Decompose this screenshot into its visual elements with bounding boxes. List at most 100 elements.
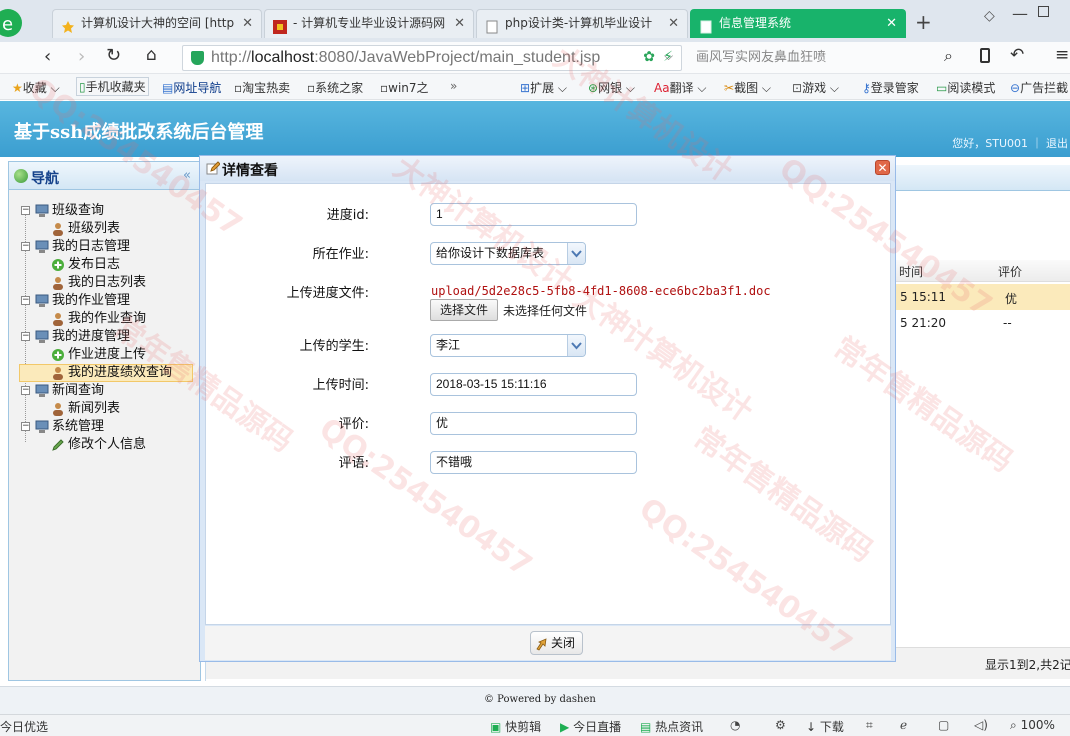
maximize-icon[interactable] <box>1038 6 1049 17</box>
nav-item-progress-query-selected[interactable]: 我的进度绩效查询 <box>19 364 193 382</box>
collapse-toggle-icon[interactable]: − <box>21 386 30 395</box>
grid-icon: ⊞ <box>520 81 531 95</box>
row-rating: -- <box>1003 316 1012 330</box>
status-kuaijianji[interactable]: ▣ 快剪辑 <box>490 718 541 735</box>
progress-id-field[interactable]: 1 <box>430 203 637 226</box>
upload-time-field[interactable]: 2018-03-15 15:11:16 <box>430 373 637 396</box>
nav-group-log[interactable]: − 我的日志管理 <box>21 238 191 256</box>
nav-item-progress-upload[interactable]: 作业进度上传 <box>51 346 191 364</box>
bookmark-syszj[interactable]: ▫系统之家 <box>307 79 363 96</box>
collapse-toggle-icon[interactable]: − <box>21 242 30 251</box>
bookmark-mobile[interactable]: ▯手机收藏夹 <box>76 77 149 96</box>
bookmark-taobao[interactable]: ▫淘宝热卖 <box>234 79 290 96</box>
home-icon[interactable]: ⌂ <box>146 45 157 65</box>
homework-value: 给你设计下数据库表 <box>436 246 545 260</box>
speed-icon[interactable]: ✿ <box>643 49 655 65</box>
status-download[interactable]: ↓ 下载 <box>806 718 844 735</box>
detail-dialog: 详情查看 ✕ 进度id: 1 所在作业: 给你设计下数据库表 上传进度文件: u… <box>199 155 896 662</box>
browser-logo[interactable]: e <box>0 8 26 38</box>
student-label: 上传的学生: <box>299 339 369 354</box>
window-icon[interactable]: ▢ <box>938 718 949 732</box>
bank-menu[interactable]: ⊛网银 ⌵ <box>588 79 635 96</box>
status-live[interactable]: ▶ 今日直播 <box>560 718 621 735</box>
new-tab-button[interactable]: + <box>915 10 932 34</box>
minimize-icon[interactable]: — <box>1012 4 1028 23</box>
bookmark-win7[interactable]: ▫win7之 <box>380 79 429 96</box>
games-menu[interactable]: ⊡游戏 ⌵ <box>792 79 839 96</box>
tab-close-icon[interactable]: ✕ <box>242 10 253 37</box>
collapse-icon[interactable]: « <box>183 168 191 183</box>
settings-icon[interactable]: ⚙ <box>775 718 786 732</box>
column-rating[interactable]: 评价 <box>998 263 1022 280</box>
add-icon <box>51 348 65 362</box>
tab-close-icon[interactable]: ✕ <box>886 10 897 37</box>
student-select[interactable]: 李江 <box>430 334 586 357</box>
tab-2[interactable]: - 计算机专业毕业设计源码网 ✕ <box>264 9 474 38</box>
search-icon[interactable]: ⌕ <box>944 46 953 66</box>
speed-icon[interactable]: ◔ <box>730 718 740 732</box>
nav-group-progress[interactable]: − 我的进度管理 <box>21 328 191 346</box>
nav-title: 导航 <box>31 171 59 187</box>
close-icon[interactable]: ✕ <box>875 160 890 175</box>
more-bookmarks-icon[interactable]: » <box>450 79 457 93</box>
collapse-toggle-icon[interactable]: − <box>21 296 30 305</box>
nav-item-publish-log[interactable]: 发布日志 <box>51 256 191 274</box>
globe-icon <box>14 169 28 183</box>
skin-icon[interactable]: ◇ <box>984 8 995 24</box>
translate-menu[interactable]: Aa翻译 ⌵ <box>654 79 707 96</box>
file-path-link[interactable]: upload/5d2e28c5-5fb8-4fd1-8608-ece6bc2ba… <box>431 284 771 298</box>
bookmark-favorites[interactable]: ★收藏 ⌵ <box>12 79 60 96</box>
choose-file-button[interactable]: 选择文件 <box>430 299 498 321</box>
tab-3[interactable]: php设计类-计算机毕业设计 ✕ <box>476 9 688 38</box>
status-today-pick[interactable]: 今日优选 <box>0 718 48 735</box>
tab-1[interactable]: 计算机设计大神的空间 [http: ✕ <box>52 9 262 38</box>
column-time[interactable]: 时间 <box>899 263 923 280</box>
nav-item-news-list[interactable]: 新闻列表 <box>51 400 191 418</box>
screenshot-menu[interactable]: ✂截图 ⌵ <box>724 79 771 96</box>
menu-icon[interactable]: ≡ <box>1055 45 1069 65</box>
homework-select[interactable]: 给你设计下数据库表 <box>430 242 586 265</box>
status-hot[interactable]: ▤ 热点资讯 <box>640 718 703 735</box>
bookmark-nav[interactable]: ▤网址导航 <box>162 79 221 96</box>
search-suggestion[interactable]: 画风写实网友鼻血狂喷 <box>688 46 943 70</box>
block-icon: ⊖ <box>1010 81 1021 95</box>
nav-group-homework[interactable]: − 我的作业管理 <box>21 292 191 310</box>
tab-close-icon[interactable]: ✕ <box>668 10 679 37</box>
upload-time-label: 上传时间: <box>312 378 369 393</box>
dialog-header[interactable]: 详情查看 ✕ <box>200 156 895 181</box>
nav-group-news[interactable]: − 新闻查询 <box>21 382 191 400</box>
extensions-menu[interactable]: ⊞扩展 ⌵ <box>520 79 567 96</box>
nav-group-system[interactable]: − 系统管理 <box>21 418 191 436</box>
url-field[interactable]: http://localhost:8080/JavaWebProject/mai… <box>182 45 682 71</box>
undo-icon[interactable]: ↶ <box>1010 45 1024 65</box>
phone-icon[interactable] <box>980 48 990 63</box>
capture-icon[interactable]: ⌗ <box>866 718 873 733</box>
collapse-toggle-icon[interactable]: − <box>21 206 30 215</box>
tab-close-icon[interactable]: ✕ <box>454 10 465 37</box>
status-zoom[interactable]: ⌕ 100% <box>1010 718 1055 733</box>
nav-group-class[interactable]: − 班级查询 <box>21 202 191 220</box>
back-icon[interactable]: ‹ <box>44 46 51 67</box>
reader-mode[interactable]: ▭阅读模式 <box>936 79 995 96</box>
login-manager[interactable]: ⚷登录管家 <box>862 79 919 96</box>
welcome-logout[interactable]: 您好，STU001 ｜ 退出 <box>952 135 1068 151</box>
nav-item-edit-profile[interactable]: 修改个人信息 <box>51 436 191 454</box>
comment-field[interactable]: 不错哦 <box>430 451 637 474</box>
rating-field[interactable]: 优 <box>430 412 637 435</box>
download-icon: ↓ <box>806 720 817 734</box>
nav-item-my-homework[interactable]: 我的作业查询 <box>51 310 191 328</box>
refresh-icon[interactable]: ↻ <box>106 45 121 66</box>
user-icon <box>51 222 65 236</box>
close-button[interactable]: 关闭 <box>530 631 583 655</box>
collapse-toggle-icon[interactable]: − <box>21 332 30 341</box>
forward-icon[interactable]: › <box>78 46 85 67</box>
app-header: 基于ssh成绩批改系统后台管理 您好，STU001 ｜ 退出 <box>0 101 1070 157</box>
ie-icon[interactable]: ℯ <box>900 718 907 732</box>
adblock[interactable]: ⊖广告拦截 <box>1010 79 1068 96</box>
volume-icon[interactable]: ◁) <box>974 718 988 732</box>
collapse-toggle-icon[interactable]: − <box>21 422 30 431</box>
nav-item-class-list[interactable]: 班级列表 <box>51 220 191 238</box>
nav-item-my-log-list[interactable]: 我的日志列表 <box>51 274 191 292</box>
url-dropdown-icon[interactable]: ⌵ <box>664 49 673 64</box>
tab-4-active[interactable]: 信息管理系统 ✕ <box>690 9 906 38</box>
